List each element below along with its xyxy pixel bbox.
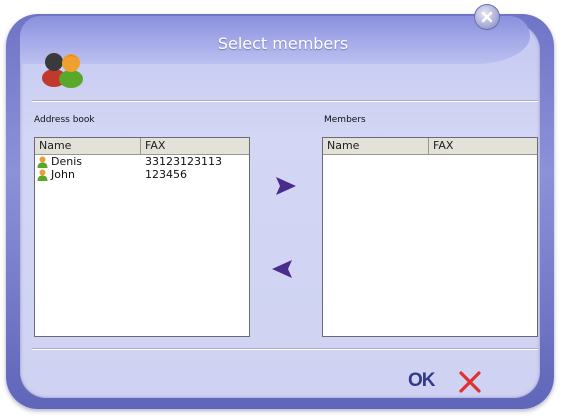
remove-member-button[interactable] bbox=[270, 258, 294, 280]
contact-name: John bbox=[51, 168, 75, 181]
contact-name: Denis bbox=[51, 155, 82, 168]
members-label: Members bbox=[324, 115, 366, 125]
cancel-icon bbox=[459, 371, 481, 393]
members-list[interactable]: Name FAX bbox=[322, 137, 538, 337]
address-book-header: Name FAX bbox=[35, 138, 249, 155]
add-member-button[interactable] bbox=[274, 175, 298, 197]
arrow-right-icon bbox=[276, 177, 296, 195]
list-item[interactable]: John 123456 bbox=[35, 168, 249, 181]
column-header-fax[interactable]: FAX bbox=[141, 138, 249, 154]
contact-name-cell: John bbox=[35, 168, 141, 181]
column-header-name[interactable]: Name bbox=[35, 138, 141, 154]
address-book-list[interactable]: Name FAX Denis 33123123113 John 123456 bbox=[34, 137, 250, 337]
cancel-button[interactable] bbox=[458, 370, 482, 394]
members-header: Name FAX bbox=[323, 138, 537, 155]
contact-fax: 123456 bbox=[145, 168, 187, 181]
person-icon bbox=[37, 169, 48, 181]
address-book-label: Address book bbox=[34, 115, 95, 125]
members-icon bbox=[42, 53, 83, 88]
arrow-left-icon bbox=[272, 260, 292, 278]
column-header-name[interactable]: Name bbox=[323, 138, 429, 154]
list-item[interactable]: Denis 33123123113 bbox=[35, 155, 249, 168]
ok-button[interactable]: OK bbox=[408, 370, 435, 392]
contact-fax: 33123123113 bbox=[145, 155, 222, 168]
column-header-fax[interactable]: FAX bbox=[429, 138, 537, 154]
close-button[interactable] bbox=[474, 4, 500, 30]
bottom-divider bbox=[32, 348, 538, 350]
person-icon bbox=[37, 156, 48, 168]
contact-name-cell: Denis bbox=[35, 155, 141, 168]
close-icon bbox=[481, 11, 493, 23]
top-divider bbox=[32, 100, 538, 102]
